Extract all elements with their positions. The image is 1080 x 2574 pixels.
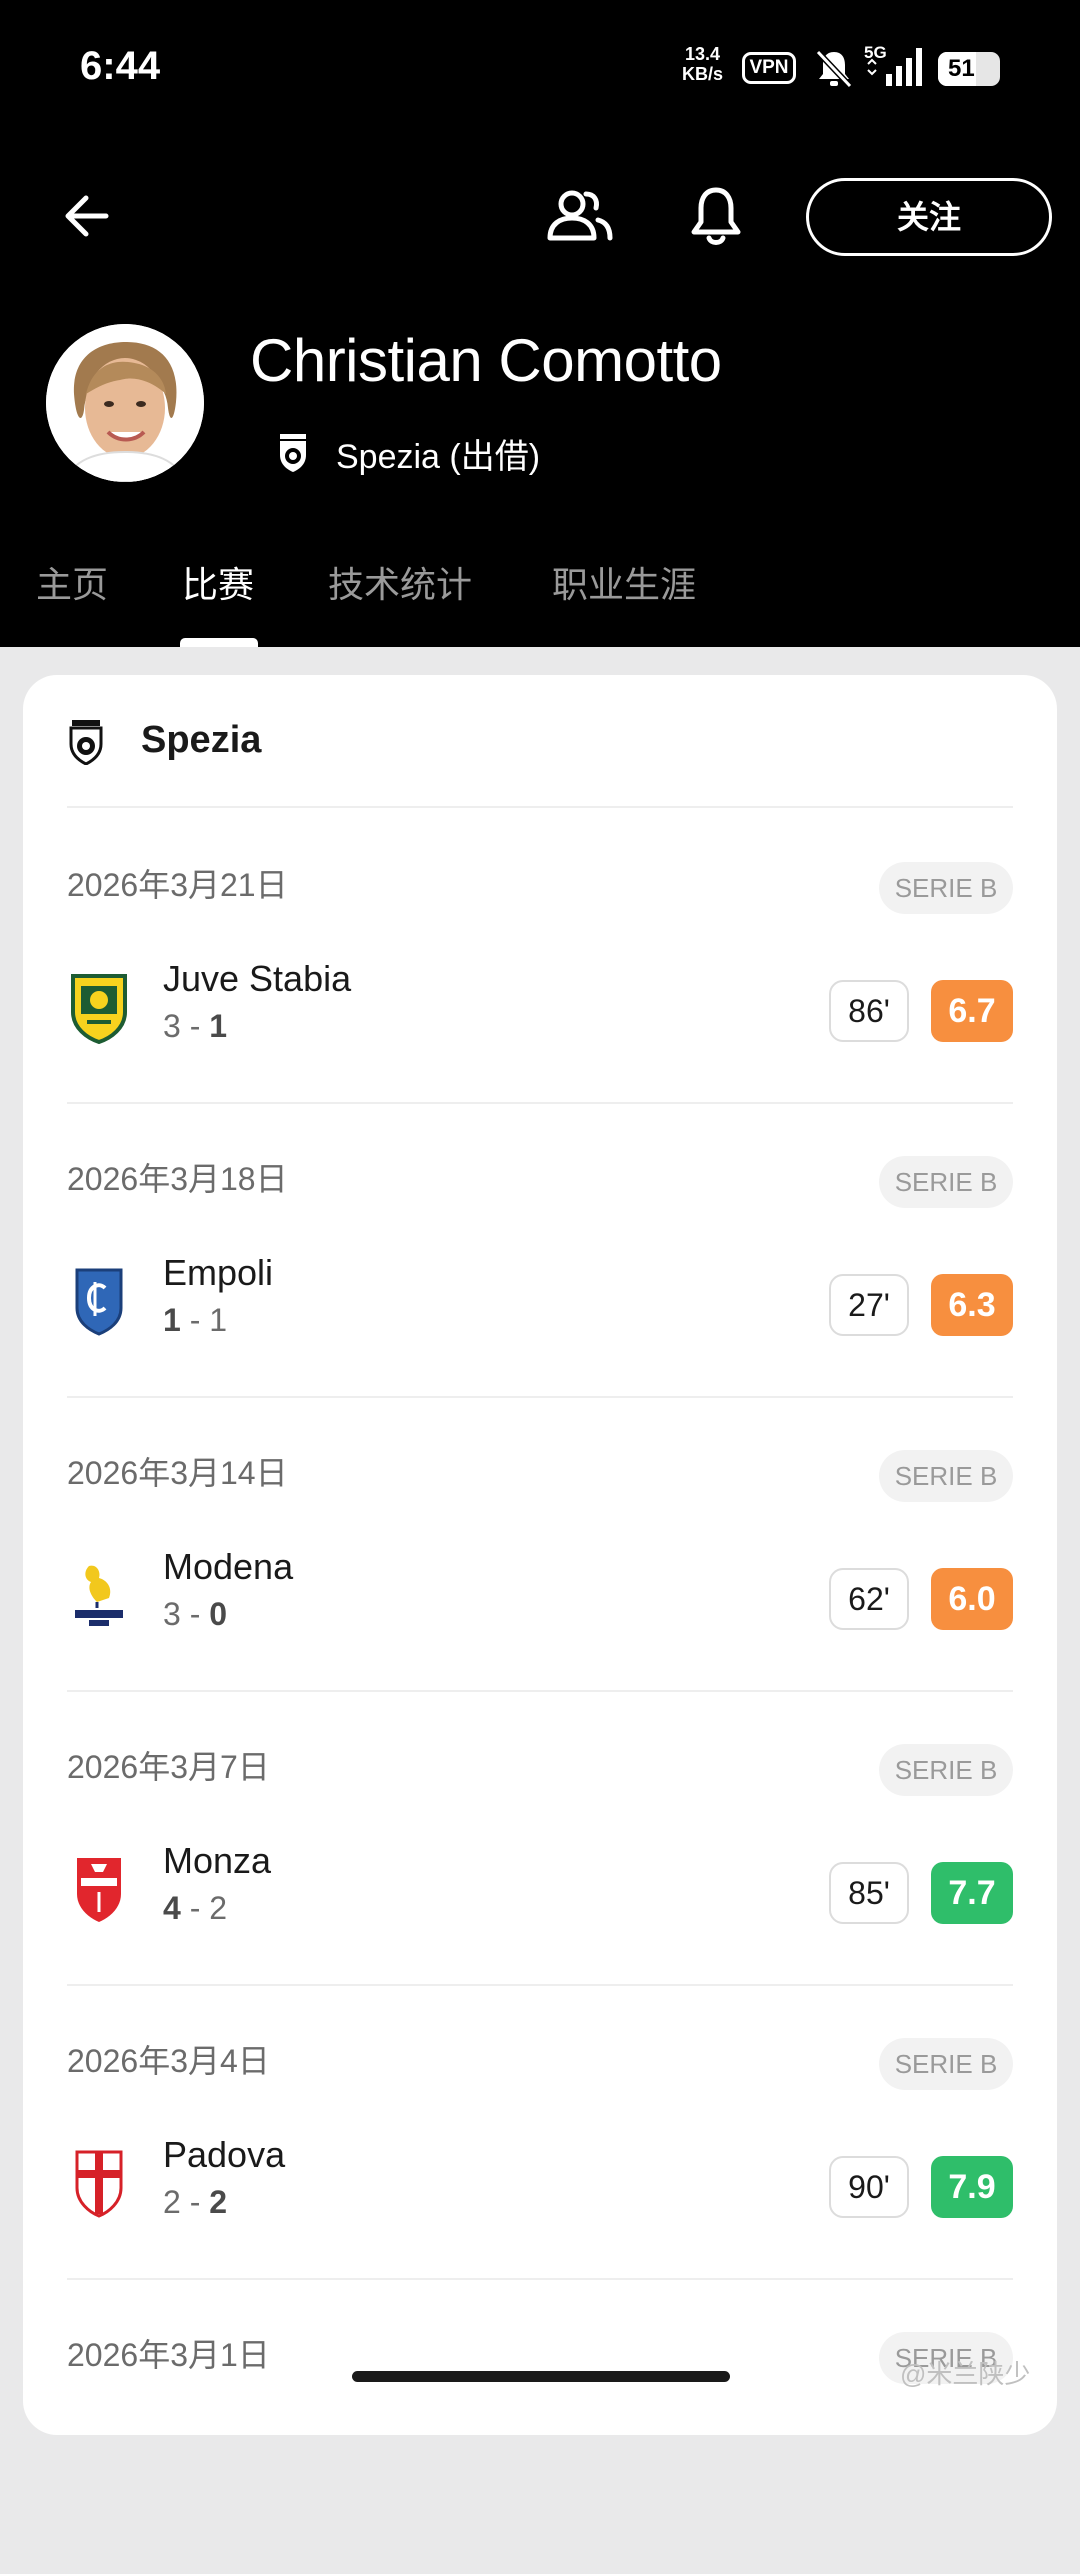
league-badge: SERIE B xyxy=(879,862,1013,914)
tab-bar: 主页 比赛 技术统计 职业生涯 xyxy=(0,548,1080,647)
score-spezia: 4 xyxy=(163,1890,181,1926)
juve-stabia-crest-icon xyxy=(71,974,127,1044)
opponent-name: Juve Stabia xyxy=(163,958,352,999)
league-badge: SERIE B xyxy=(879,1450,1013,1502)
status-bar: 6:44 13.4 KB/s VPN 5G 51 xyxy=(0,0,1080,130)
opponent-name: Padova xyxy=(163,2134,286,2175)
opponent-name: Empoli xyxy=(163,1252,274,1293)
match-row[interactable]: 2026年3月18日 SERIE B Empoli 1 - 1 27' 6.3 xyxy=(67,1104,1013,1398)
speed-value: 13.4 xyxy=(684,44,721,64)
league-badge: SERIE B xyxy=(879,1156,1013,1208)
match-score: 3 - 0 xyxy=(163,1596,228,1632)
tab-home[interactable]: 主页 xyxy=(36,556,108,608)
empoli-crest-icon xyxy=(75,1268,123,1336)
watermark: @米兰陕少 xyxy=(900,2359,1031,2389)
team-line[interactable]: Spezia (出借) xyxy=(276,430,540,476)
match-row[interactable]: 2026年3月14日 SERIE B Modena 3 - 0 62' 6.0 xyxy=(67,1398,1013,1692)
player-photo xyxy=(46,324,204,482)
vpn-badge: VPN xyxy=(742,52,796,84)
minutes-played: 90' xyxy=(829,2156,909,2218)
tab-matches[interactable]: 比赛 xyxy=(182,556,254,608)
battery-indicator: 51 xyxy=(938,52,1000,86)
match-score: 1 - 1 xyxy=(163,1302,228,1338)
player-rating: 7.9 xyxy=(931,2156,1013,2218)
league-badge: SERIE B xyxy=(879,2038,1013,2090)
score-team: 1 xyxy=(209,1302,228,1338)
minutes-played: 62' xyxy=(829,1568,909,1630)
padova-crest-icon xyxy=(75,2150,123,2218)
opponent-name: Modena xyxy=(163,1546,294,1587)
spezia-crest-icon xyxy=(69,720,103,765)
minutes-played: 27' xyxy=(829,1274,909,1336)
minutes-played: 85' xyxy=(829,1862,909,1924)
back-arrow-icon[interactable] xyxy=(50,186,110,246)
player-avatar[interactable] xyxy=(46,324,204,482)
score-team: 3 xyxy=(163,1596,181,1632)
people-icon[interactable] xyxy=(544,186,614,246)
mute-icon xyxy=(815,49,853,89)
opponent-name: Monza xyxy=(163,1840,272,1881)
follow-button[interactable]: 关注 xyxy=(806,178,1052,256)
matches-card: Spezia 2026年3月21日 SERIE B Juve Stabia 3 … xyxy=(23,675,1057,2435)
tab-stats[interactable]: 技术统计 xyxy=(328,556,472,608)
speed-unit: KB/s xyxy=(682,64,724,84)
league-badge: SERIE B xyxy=(879,1744,1013,1796)
status-time: 6:44 xyxy=(80,44,161,88)
bell-icon[interactable] xyxy=(686,184,746,248)
match-row[interactable]: 2026年3月21日 SERIE B Juve Stabia 3 - 1 86'… xyxy=(67,810,1013,1104)
spezia-crest-icon xyxy=(280,434,306,472)
card-title: Spezia xyxy=(141,719,262,761)
match-row[interactable]: 2026年3月4日 SERIE B Padova 2 - 2 90' 7.9 xyxy=(67,1986,1013,2280)
match-score: 3 - 1 xyxy=(163,1008,228,1044)
monza-crest-icon xyxy=(77,1858,121,1922)
network-type: 5G xyxy=(864,43,887,62)
network-speed: 13.4 KB/s xyxy=(682,44,723,84)
match-row[interactable]: 2026年3月7日 SERIE B Monza 4 - 2 85' 7.7 xyxy=(67,1692,1013,1986)
match-date: 2026年3月7日 xyxy=(67,1749,270,1785)
player-rating: 6.3 xyxy=(931,1274,1013,1336)
score-spezia: 0 xyxy=(209,1596,228,1632)
score-team: 2 xyxy=(209,1890,228,1926)
match-date: 2026年3月4日 xyxy=(67,2043,270,2079)
player-header: 6:44 13.4 KB/s VPN 5G 51 关注 Christian Co… xyxy=(0,0,1080,647)
score-team: 2 xyxy=(163,2184,181,2220)
score-spezia: 2 xyxy=(209,2184,228,2220)
tab-career[interactable]: 职业生涯 xyxy=(552,556,696,608)
match-score: 4 - 2 xyxy=(163,1890,228,1926)
player-rating: 6.0 xyxy=(931,1568,1013,1630)
player-rating: 6.7 xyxy=(931,980,1013,1042)
score-spezia: 1 xyxy=(209,1008,228,1044)
match-date: 2026年3月21日 xyxy=(67,867,288,903)
battery-level: 51 xyxy=(948,55,975,82)
match-date: 2026年3月1日 xyxy=(67,2337,270,2373)
signal-icon: 5G xyxy=(864,43,922,86)
match-date: 2026年3月14日 xyxy=(67,1455,288,1491)
match-row[interactable]: 2026年3月1日 SERIE B xyxy=(67,2280,1013,2574)
match-date: 2026年3月18日 xyxy=(67,1161,288,1197)
player-name: Christian Comotto xyxy=(250,327,722,394)
active-tab-indicator xyxy=(180,638,258,647)
modena-crest-icon xyxy=(75,1565,123,1626)
home-indicator[interactable] xyxy=(352,2371,730,2382)
player-rating: 7.7 xyxy=(931,1862,1013,1924)
score-team: 3 xyxy=(163,1008,181,1044)
team-name: Spezia (出借) xyxy=(336,437,541,476)
match-score: 2 - 2 xyxy=(163,2184,228,2220)
score-spezia: 1 xyxy=(163,1302,181,1338)
minutes-played: 86' xyxy=(829,980,909,1042)
card-header[interactable]: Spezia xyxy=(67,675,1013,808)
